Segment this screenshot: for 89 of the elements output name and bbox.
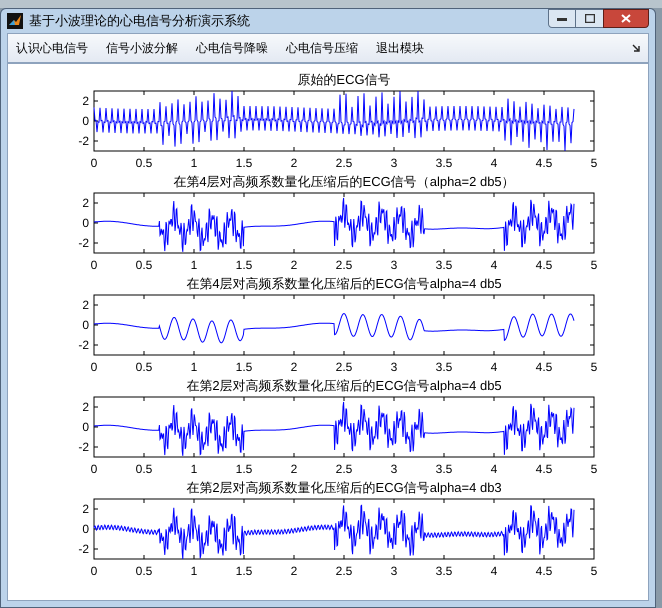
window-title: 基于小波理论的心电信号分析演示系统 bbox=[29, 12, 250, 30]
x-tick-label: 3.5 bbox=[436, 462, 452, 476]
x-tick-label: 3.5 bbox=[436, 258, 452, 272]
x-tick-label: 0 bbox=[90, 462, 98, 476]
y-tick-label: 0 bbox=[82, 420, 89, 434]
x-tick-label: 2.5 bbox=[336, 462, 352, 476]
x-tick-label: 1.5 bbox=[236, 462, 252, 476]
x-tick-label: 2 bbox=[290, 462, 298, 476]
x-tick-label: 0 bbox=[90, 156, 98, 170]
x-tick-label: 2 bbox=[290, 156, 298, 170]
y-tick-label: 0 bbox=[82, 114, 89, 128]
x-tick-label: 0.5 bbox=[136, 360, 152, 374]
dock-arrow-icon[interactable] bbox=[632, 44, 640, 52]
x-tick-label: 3 bbox=[390, 258, 398, 272]
x-tick-label: 0 bbox=[90, 564, 98, 578]
minimize-icon bbox=[557, 16, 567, 20]
y-tick-label: -2 bbox=[78, 236, 89, 250]
x-tick-label: 2.5 bbox=[336, 156, 352, 170]
x-tick-label: 2 bbox=[290, 360, 298, 374]
y-tick-label: -2 bbox=[78, 134, 89, 148]
app-logo-icon bbox=[7, 13, 23, 29]
x-tick-label: 3 bbox=[390, 156, 398, 170]
x-tick-label: 3 bbox=[390, 564, 398, 578]
x-tick-label: 1 bbox=[190, 462, 198, 476]
x-tick-label: 2 bbox=[290, 258, 298, 272]
menu-item[interactable]: 心电信号压缩 bbox=[286, 39, 358, 57]
x-tick-label: 0.5 bbox=[136, 564, 152, 578]
x-tick-label: 3 bbox=[390, 360, 398, 374]
x-tick-label: 4.5 bbox=[536, 564, 552, 578]
x-tick-label: 0.5 bbox=[136, 258, 152, 272]
x-tick-label: 5 bbox=[590, 156, 598, 170]
x-tick-label: 3.5 bbox=[436, 360, 452, 374]
x-tick-label: 1.5 bbox=[236, 156, 252, 170]
menu-item[interactable]: 认识心电信号 bbox=[16, 39, 88, 57]
x-tick-label: 2.5 bbox=[336, 360, 352, 374]
menu-item[interactable]: 退出模块 bbox=[376, 39, 424, 57]
y-tick-label: 0 bbox=[82, 318, 89, 332]
x-tick-label: 5 bbox=[590, 564, 598, 578]
menu-item[interactable]: 信号小波分解 bbox=[106, 39, 178, 57]
y-tick-label: 2 bbox=[82, 196, 89, 210]
plot-title: 在第2层对高频系数量化压缩后的ECG信号alpha=4 db5 bbox=[185, 378, 503, 394]
x-tick-label: 3 bbox=[390, 462, 398, 476]
x-tick-label: 0.5 bbox=[136, 156, 152, 170]
x-tick-label: 1 bbox=[190, 156, 198, 170]
x-tick-label: 1 bbox=[190, 564, 198, 578]
y-tick-label: -2 bbox=[78, 542, 89, 556]
x-tick-label: 5 bbox=[590, 360, 598, 374]
x-tick-label: 2.5 bbox=[336, 258, 352, 272]
x-tick-label: 4.5 bbox=[536, 156, 552, 170]
close-icon bbox=[621, 14, 631, 23]
x-tick-label: 4 bbox=[490, 360, 498, 374]
x-tick-label: 1 bbox=[190, 360, 198, 374]
menu-item[interactable]: 心电信号降噪 bbox=[196, 39, 268, 57]
y-tick-label: 2 bbox=[82, 94, 89, 108]
minimize-button[interactable] bbox=[548, 9, 576, 28]
y-tick-label: 2 bbox=[82, 298, 89, 312]
x-tick-label: 5 bbox=[590, 462, 598, 476]
x-tick-label: 4 bbox=[490, 258, 498, 272]
x-tick-label: 4 bbox=[490, 564, 498, 578]
x-tick-label: 5 bbox=[590, 258, 598, 272]
x-tick-label: 4 bbox=[490, 462, 498, 476]
plot-title: 在第2层对高频系数量化压缩后的ECG信号alpha=4 db3 bbox=[185, 480, 503, 496]
x-tick-label: 1 bbox=[190, 258, 198, 272]
maximize-button[interactable] bbox=[576, 9, 603, 28]
y-tick-label: -2 bbox=[78, 440, 89, 454]
y-tick-label: -2 bbox=[78, 338, 89, 352]
close-button[interactable] bbox=[603, 9, 649, 28]
maximize-icon bbox=[584, 14, 594, 23]
x-tick-label: 3.5 bbox=[436, 156, 452, 170]
x-tick-label: 1.5 bbox=[236, 564, 252, 578]
plot-title: 原始的ECG信号 bbox=[296, 72, 392, 88]
plot-title: 在第4层对高频系数量化压缩后的ECG信号（alpha=2 db5） bbox=[172, 174, 516, 190]
y-tick-label: 2 bbox=[82, 400, 89, 414]
x-tick-label: 2.5 bbox=[336, 564, 352, 578]
x-tick-label: 4 bbox=[490, 156, 498, 170]
x-tick-label: 4.5 bbox=[536, 360, 552, 374]
x-tick-label: 2 bbox=[290, 564, 298, 578]
x-tick-label: 3.5 bbox=[436, 564, 452, 578]
x-tick-label: 4.5 bbox=[536, 258, 552, 272]
y-tick-label: 2 bbox=[82, 502, 89, 516]
x-tick-label: 0 bbox=[90, 258, 98, 272]
x-tick-label: 0 bbox=[90, 360, 98, 374]
x-tick-label: 1.5 bbox=[236, 258, 252, 272]
plot-title: 在第4层对高频系数量化压缩后的ECG信号alpha=4 db5 bbox=[185, 276, 503, 292]
x-tick-label: 0.5 bbox=[136, 462, 152, 476]
y-tick-label: 0 bbox=[82, 522, 89, 536]
x-tick-label: 4.5 bbox=[536, 462, 552, 476]
x-tick-label: 1.5 bbox=[236, 360, 252, 374]
y-tick-label: 0 bbox=[82, 216, 89, 230]
